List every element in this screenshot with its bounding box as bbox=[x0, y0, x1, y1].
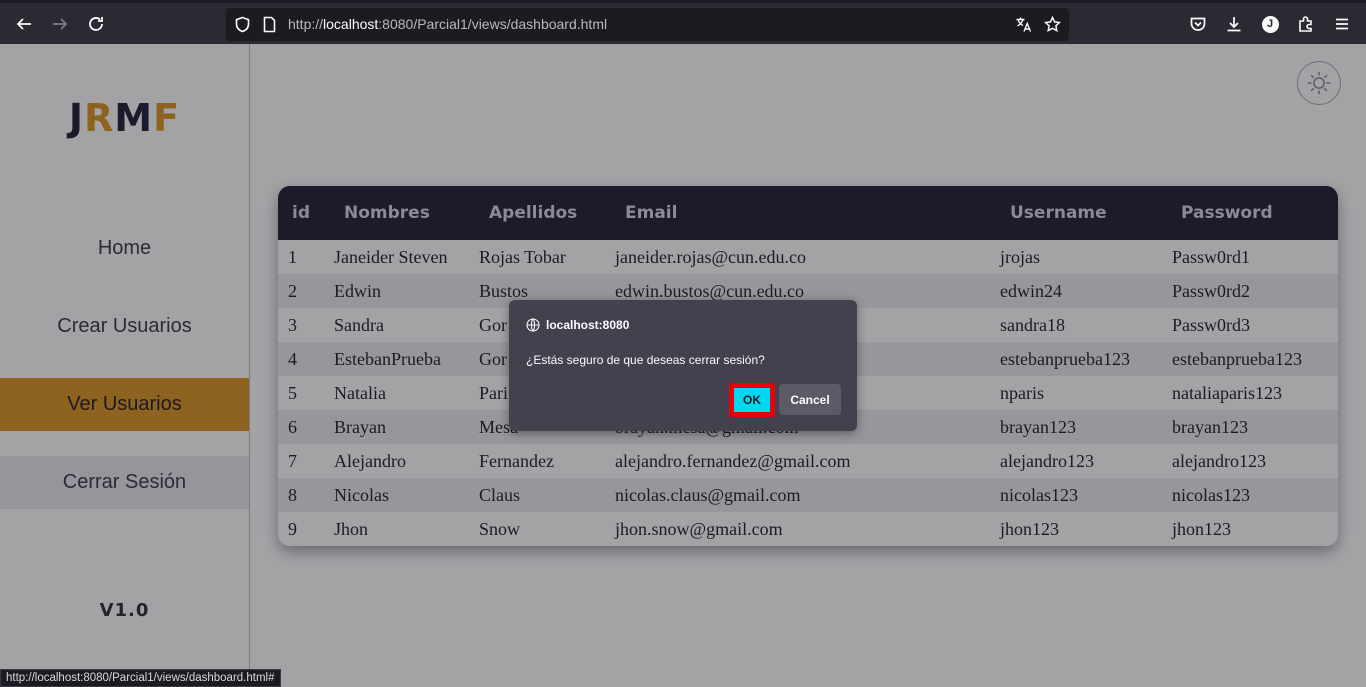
dialog-header: localhost:8080 bbox=[526, 318, 629, 332]
downloads-icon[interactable] bbox=[1220, 10, 1248, 38]
translate-icon[interactable] bbox=[1015, 16, 1032, 33]
menu-hamburger-icon[interactable] bbox=[1328, 10, 1356, 38]
bookmark-star-icon[interactable] bbox=[1043, 15, 1062, 33]
url-text[interactable]: http://localhost:8080/Parcial1/views/das… bbox=[288, 16, 607, 32]
status-bar-link-preview: http://localhost:8080/Parcial1/views/das… bbox=[0, 669, 281, 687]
pocket-icon[interactable] bbox=[1184, 10, 1212, 38]
page-content: JRMF Home Crear Usuarios Ver Usuarios Ce… bbox=[0, 44, 1366, 687]
dialog-origin: localhost:8080 bbox=[546, 318, 630, 332]
extensions-icon[interactable] bbox=[1292, 10, 1320, 38]
shield-icon[interactable] bbox=[234, 16, 251, 33]
back-arrow-icon[interactable] bbox=[10, 10, 38, 38]
forward-arrow-icon[interactable] bbox=[46, 10, 74, 38]
reload-icon[interactable] bbox=[82, 10, 110, 38]
account-avatar-icon[interactable]: J bbox=[1256, 10, 1284, 38]
confirm-dialog: localhost:8080 ¿Estás seguro de que dese… bbox=[509, 300, 857, 431]
dialog-message: ¿Estás seguro de que deseas cerrar sesió… bbox=[526, 353, 765, 367]
globe-icon bbox=[526, 318, 540, 332]
page-info-icon[interactable] bbox=[261, 16, 278, 33]
browser-toolbar: http://localhost:8080/Parcial1/views/das… bbox=[0, 0, 1366, 44]
cancel-button[interactable]: Cancel bbox=[779, 384, 841, 415]
address-bar[interactable]: http://localhost:8080/Parcial1/views/das… bbox=[226, 8, 1069, 41]
ok-button[interactable]: OK bbox=[729, 383, 775, 417]
